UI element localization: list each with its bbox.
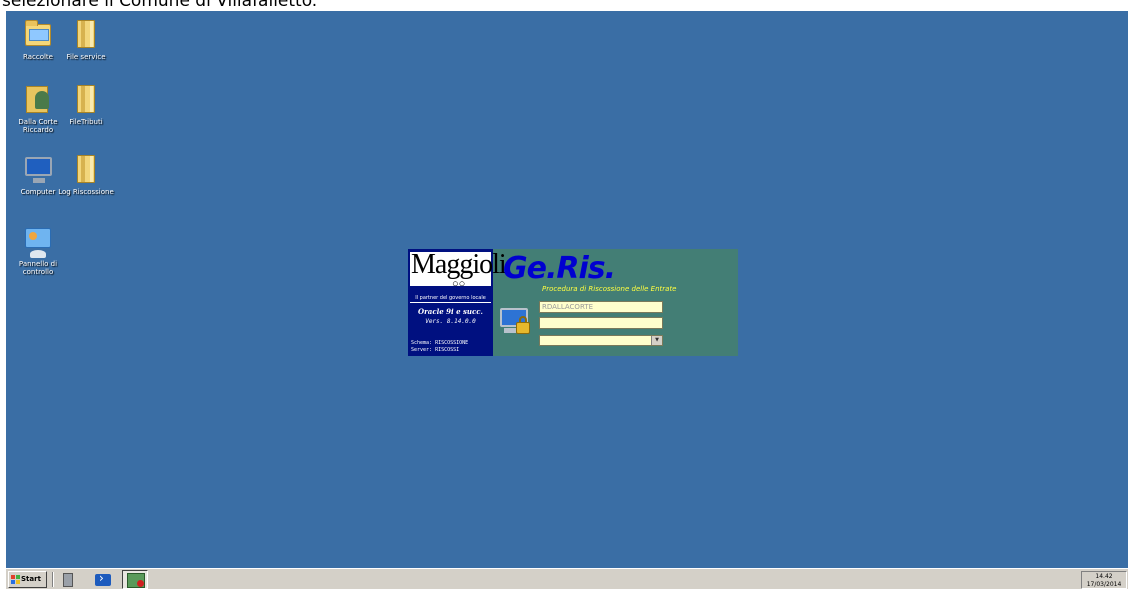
clock-time: 14.42 bbox=[1095, 573, 1113, 580]
control-panel-icon bbox=[22, 225, 54, 258]
server-label: Server: RISCOSSI bbox=[411, 347, 460, 353]
comune-select[interactable]: ▼ bbox=[539, 335, 663, 346]
desktop-icon-pannello-di-controllo[interactable]: Pannello di controllo bbox=[10, 225, 66, 276]
server-manager-icon[interactable] bbox=[59, 571, 77, 588]
username-input[interactable]: RDALLACORTE bbox=[539, 301, 663, 313]
start-button[interactable]: Start bbox=[8, 571, 47, 588]
secure-login-icon bbox=[498, 306, 534, 338]
desktop-icon-file-service[interactable]: File service bbox=[58, 18, 114, 61]
folder-icon bbox=[70, 153, 102, 185]
logo-glasses-icon: ○○ bbox=[452, 278, 466, 290]
geris-taskbar-button[interactable] bbox=[122, 570, 148, 589]
version-label: Vers. 8.14.0.0 bbox=[425, 318, 476, 325]
desktop-icon-label: File service bbox=[66, 53, 106, 61]
powershell-icon[interactable] bbox=[94, 571, 112, 588]
schema-label: Schema: RISCOSSIONE bbox=[411, 340, 469, 346]
taskbar-separator bbox=[52, 572, 54, 587]
start-label: Start bbox=[21, 575, 41, 583]
document-caption: selezionare il Comune di Villafalletto. bbox=[2, 0, 318, 11]
logo-tagline: Il partner del governo locale bbox=[415, 295, 486, 301]
app-subtitle: Procedura di Riscossione delle Entrate bbox=[542, 285, 677, 293]
folder-icon bbox=[70, 18, 102, 50]
computer-icon bbox=[22, 153, 54, 185]
clock-date: 17/03/2014 bbox=[1086, 581, 1122, 588]
login-splash-window: Maggioli ○○ Il partner del governo local… bbox=[408, 249, 738, 356]
desktop-icon-filetributi[interactable]: FileTributi bbox=[58, 83, 114, 126]
logo-text: Maggioli bbox=[411, 249, 507, 280]
windows-logo-icon bbox=[11, 575, 20, 584]
desktop-icon-label: FileTributi bbox=[69, 118, 103, 126]
oracle-requirement: Oracle 9i e succ. bbox=[418, 307, 483, 316]
taskbar: Start 14.42 17/03/2014 bbox=[6, 568, 1128, 589]
chevron-down-icon[interactable]: ▼ bbox=[651, 336, 662, 345]
system-clock[interactable]: 14.42 17/03/2014 bbox=[1081, 571, 1127, 589]
folder-icon bbox=[70, 83, 102, 115]
tagline-divider bbox=[410, 302, 491, 303]
desktop-icon-label: Log Riscossione bbox=[58, 188, 114, 196]
desktop-icon-log-riscossione[interactable]: Log Riscossione bbox=[58, 153, 114, 196]
password-input[interactable] bbox=[539, 317, 663, 329]
app-title: Ge.Ris. bbox=[503, 251, 616, 286]
libraries-folder-icon bbox=[22, 18, 54, 50]
user-folder-icon bbox=[22, 83, 54, 115]
maggioli-logo: Maggioli ○○ bbox=[410, 249, 507, 290]
desktop-icon-label: Pannello di controllo bbox=[18, 260, 58, 276]
vendor-panel: Maggioli ○○ Il partner del governo local… bbox=[408, 249, 507, 356]
